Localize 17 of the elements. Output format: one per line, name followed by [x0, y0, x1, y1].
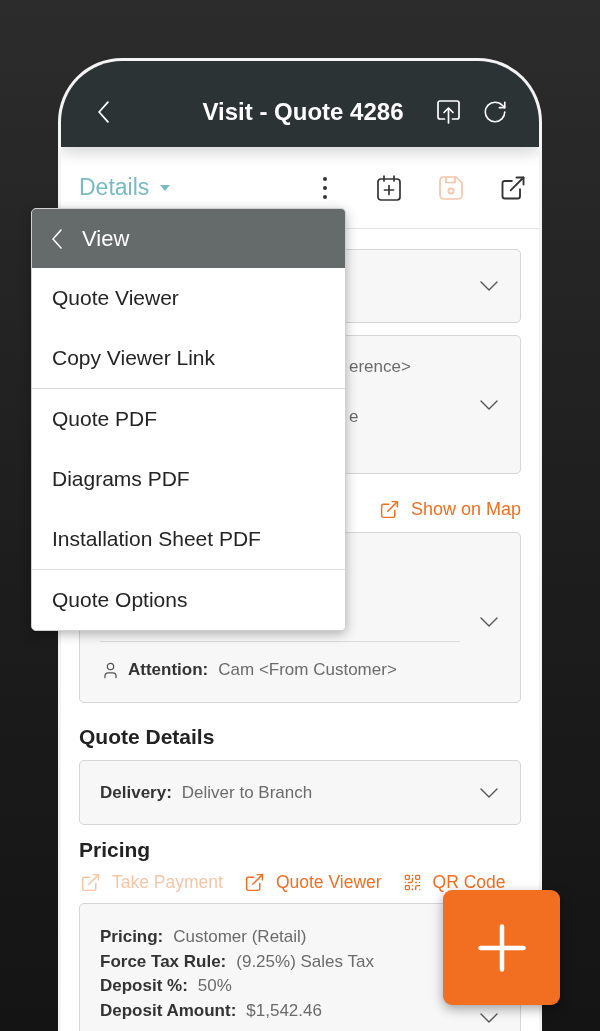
- field-label: Attention:: [128, 659, 209, 681]
- field-value: (9.25%) Sales Tax: [236, 950, 374, 973]
- field-value: $1,542.46: [246, 999, 322, 1022]
- field-label: Force Tax Rule:: [100, 950, 227, 973]
- field-value: 50%: [197, 975, 232, 997]
- field-text: e: [349, 406, 360, 428]
- screen-title: Visit - Quote 4286: [202, 97, 404, 127]
- field-value: Cam <From Customer>: [218, 659, 397, 681]
- field-label: Delivery:: [100, 781, 172, 804]
- section-heading: Pricing: [79, 837, 152, 863]
- field-value: Customer (Retail): [173, 926, 307, 948]
- section-heading: Quote Details: [79, 724, 216, 750]
- field-label: Deposit %:: [100, 975, 188, 997]
- field-label: Deposit Amount:: [100, 999, 237, 1022]
- field-value: Deliver to Branch: [181, 781, 313, 804]
- field-label: Pricing:: [100, 926, 164, 948]
- field-text: erence>: [349, 356, 411, 378]
